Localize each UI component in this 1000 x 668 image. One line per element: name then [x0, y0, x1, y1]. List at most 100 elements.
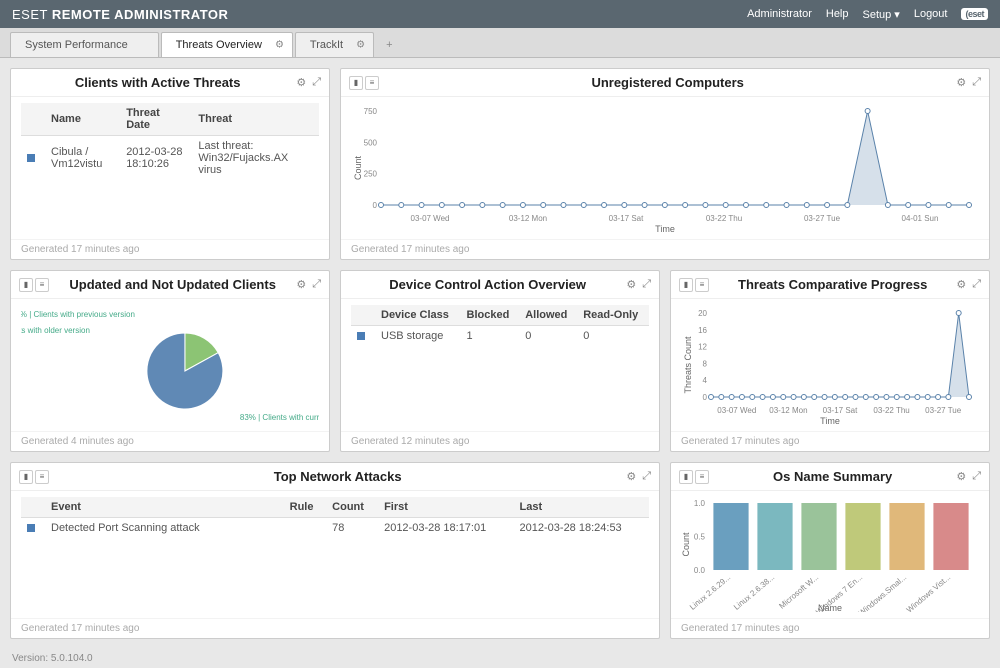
svg-text:Count: Count [681, 532, 691, 557]
col-last: Last [514, 497, 649, 518]
table-row[interactable]: Cibula / Vm12vistu 2012-03-28 18:10:26 L… [21, 136, 319, 181]
expand-icon[interactable]: ⤢ [972, 278, 981, 291]
link-setup[interactable]: Setup ▾ [863, 8, 900, 21]
panel-title: Clients with Active Threats [19, 75, 296, 90]
panel-active-threats: Clients with Active Threats ⚙ ⤢ Name Thre… [10, 68, 330, 260]
panel-comparative: ▮≡ Threats Comparative Progress ⚙⤢ 04812… [670, 270, 990, 452]
svg-text:04-01 Sun: 04-01 Sun [902, 214, 939, 223]
svg-text:Linux 2.6.38...: Linux 2.6.38... [732, 573, 776, 612]
tab-label: System Performance [25, 39, 128, 51]
list-icon[interactable]: ≡ [365, 76, 379, 90]
row-marker-icon [27, 154, 35, 162]
svg-text:1.0: 1.0 [694, 499, 706, 508]
brand: ESET REMOTE ADMINISTRATOR [12, 7, 228, 22]
panel-title: Device Control Action Overview [349, 277, 626, 292]
expand-icon[interactable]: ⤢ [972, 76, 981, 89]
list-icon[interactable]: ≡ [35, 470, 49, 484]
tab-add[interactable]: + [376, 33, 402, 57]
expand-icon[interactable]: ⤢ [642, 470, 651, 483]
expand-icon[interactable]: ⤢ [972, 470, 981, 483]
list-icon[interactable]: ≡ [35, 278, 49, 292]
header-links: Administrator Help Setup ▾ Logout (eset [747, 8, 988, 21]
link-help[interactable]: Help [826, 8, 849, 20]
active-threats-table: Name Threat Date Threat Cibula / Vm12vis… [21, 103, 319, 180]
col-event: Event [45, 497, 284, 518]
tab-threats-overview[interactable]: Threats Overview ⚙ [161, 32, 293, 57]
gear-icon[interactable]: ⚙ [296, 278, 306, 291]
col-rule: Rule [284, 497, 327, 518]
col-threat: Threat [192, 103, 319, 136]
device-table: Device Class Blocked Allowed Read-Only U… [351, 305, 649, 346]
panel-title: Threats Comparative Progress [709, 277, 956, 292]
svg-text:0: 0 [703, 393, 708, 402]
expand-icon[interactable]: ⤢ [642, 278, 651, 291]
chart-icon[interactable]: ▮ [349, 76, 363, 90]
expand-icon[interactable]: ⤢ [312, 76, 321, 89]
chart-icon[interactable]: ▮ [19, 470, 33, 484]
panel-unregistered: ▮≡ Unregistered Computers ⚙⤢ 02505007500… [340, 68, 990, 260]
table-row[interactable]: Detected Port Scanning attack 78 2012-03… [21, 518, 649, 539]
gear-icon[interactable]: ⚙ [956, 278, 966, 291]
svg-text:Linux 2.6.29...: Linux 2.6.29... [688, 573, 732, 612]
gear-icon[interactable]: ⚙ [956, 76, 966, 89]
link-administrator[interactable]: Administrator [747, 8, 812, 20]
gear-icon[interactable]: ⚙ [626, 278, 636, 291]
svg-text:0% | Clients with previous ver: 0% | Clients with previous version [21, 310, 135, 319]
svg-text:03-27 Tue: 03-27 Tue [925, 406, 962, 415]
dashboard: Clients with Active Threats ⚙ ⤢ Name Thre… [0, 58, 1000, 649]
chart-icon[interactable]: ▮ [679, 278, 693, 292]
panel-device-control: Device Control Action Overview ⚙ ⤢ Device… [340, 270, 660, 452]
col-class: Device Class [375, 305, 461, 326]
tab-system-performance[interactable]: System Performance [10, 32, 159, 57]
list-icon[interactable]: ≡ [695, 470, 709, 484]
svg-text:Threats Count: Threats Count [683, 336, 693, 394]
svg-text:83% | Clients with current ver: 83% | Clients with current version [240, 413, 319, 422]
svg-text:Time: Time [820, 416, 840, 425]
svg-text:03-22 Thu: 03-22 Thu [873, 406, 909, 415]
comparative-chart: 04812162003-07 Wed03-12 Mon03-17 Sat03-2… [681, 305, 979, 425]
gear-icon[interactable]: ⚙ [626, 470, 636, 483]
svg-text:Name: Name [818, 603, 842, 612]
svg-text:03-17 Sat: 03-17 Sat [609, 214, 644, 223]
footer-version: Version: 5.0.104.0 [0, 649, 1000, 668]
col-readonly: Read-Only [577, 305, 649, 326]
svg-text:16: 16 [698, 326, 707, 335]
svg-text:4: 4 [703, 376, 708, 385]
chart-icon[interactable]: ▮ [679, 470, 693, 484]
panel-footer: Generated 17 minutes ago [671, 431, 989, 451]
svg-text:0: 0 [373, 201, 378, 210]
link-logout[interactable]: Logout [914, 8, 948, 20]
panel-footer: Generated 12 minutes ago [341, 431, 659, 451]
panel-footer: Generated 17 minutes ago [341, 239, 989, 259]
svg-text:0.0: 0.0 [694, 566, 706, 575]
svg-text:03-17 Sat: 03-17 Sat [823, 406, 858, 415]
svg-text:03-22 Thu: 03-22 Thu [706, 214, 742, 223]
col-name: Name [45, 103, 120, 136]
svg-text:03-12 Mon: 03-12 Mon [509, 214, 547, 223]
panel-title: Os Name Summary [709, 469, 956, 484]
list-icon[interactable]: ≡ [695, 278, 709, 292]
table-row[interactable]: USB storage 1 0 0 [351, 326, 649, 347]
panel-footer: Generated 17 minutes ago [671, 618, 989, 638]
tabs: System Performance Threats Overview ⚙ Tr… [0, 28, 1000, 58]
gear-icon[interactable]: ⚙ [956, 470, 966, 483]
tab-trackit[interactable]: TrackIt ⚙ [295, 32, 374, 57]
brand-text-b: REMOTE ADMINISTRATOR [52, 7, 229, 22]
gear-icon[interactable]: ⚙ [275, 40, 284, 51]
updated-pie-chart: 0% | Clients with previous version 17% | … [21, 305, 319, 425]
svg-text:12: 12 [698, 343, 707, 352]
gear-icon[interactable]: ⚙ [356, 40, 365, 51]
topbar: ESET REMOTE ADMINISTRATOR Administrator … [0, 0, 1000, 28]
gear-icon[interactable]: ⚙ [296, 76, 306, 89]
unregistered-chart: 025050075003-07 Wed03-12 Mon03-17 Sat03-… [351, 103, 979, 233]
panel-footer: Generated 17 minutes ago [11, 239, 329, 259]
panel-os-summary: ▮≡ Os Name Summary ⚙⤢ 0.00.51.0Linux 2.6… [670, 462, 990, 639]
expand-icon[interactable]: ⤢ [312, 278, 321, 291]
svg-text:17% | Clients with older versi: 17% | Clients with older version [21, 326, 90, 335]
panel-title: Updated and Not Updated Clients [49, 277, 296, 292]
col-date: Threat Date [120, 103, 192, 136]
row-marker-icon [27, 524, 35, 532]
row-marker-icon [357, 332, 365, 340]
eset-logo: (eset [961, 8, 988, 20]
chart-icon[interactable]: ▮ [19, 278, 33, 292]
